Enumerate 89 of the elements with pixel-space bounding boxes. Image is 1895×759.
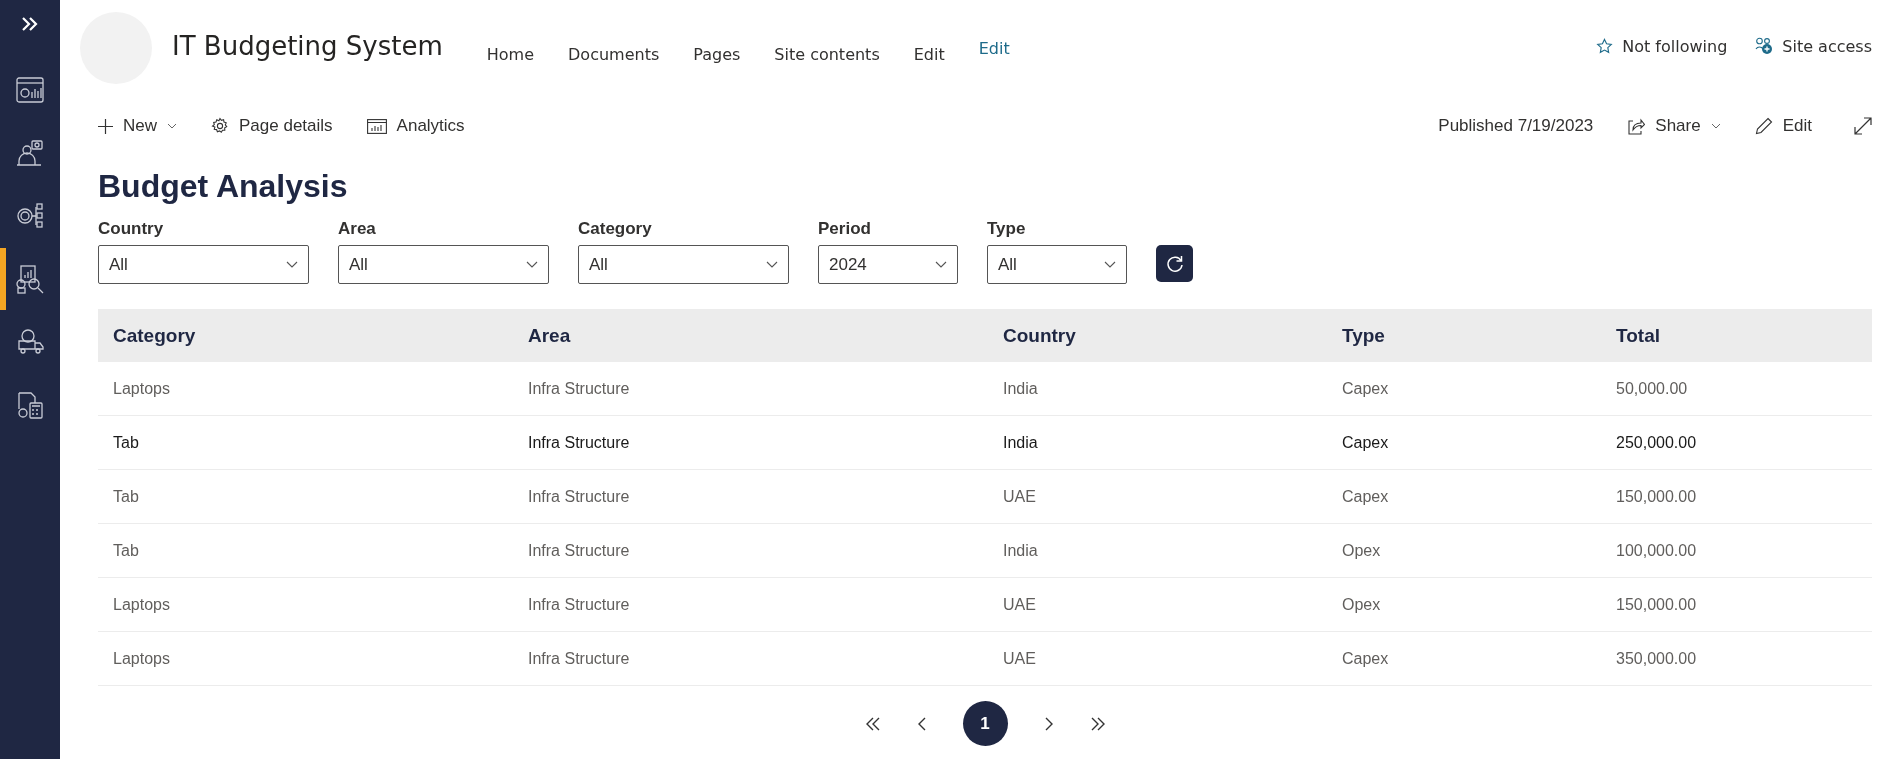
table-cell-text: Infra Structure [528, 649, 631, 668]
table-cell-text: Opex [1342, 595, 1382, 614]
table-cell-text: Tab [113, 541, 140, 560]
new-button[interactable]: New [98, 116, 177, 136]
chevron-down-icon [167, 123, 177, 129]
filter-label: Area [338, 219, 377, 239]
table-cell-text: Laptops [113, 595, 171, 614]
table-cell-text: UAE [1003, 649, 1037, 668]
table-cell-text: Capex [1342, 379, 1390, 398]
column-header: Country [1003, 324, 1077, 347]
calculator-document-icon [16, 391, 44, 419]
previous-page-icon[interactable] [916, 716, 927, 731]
table-cell-text: Infra Structure [528, 379, 631, 398]
filter-label: Type [987, 219, 1027, 239]
chevron-down-icon [286, 261, 298, 268]
page-details-button[interactable]: Page details [211, 116, 333, 136]
chevron-down-icon [766, 261, 778, 268]
plus-icon [98, 118, 113, 134]
star-icon [1596, 37, 1614, 55]
nav-link[interactable]: Pages [693, 44, 741, 64]
table-cell-text: UAE [1003, 487, 1037, 506]
table-cell-text: Infra Structure [528, 487, 631, 506]
analytics-button[interactable]: Analytics [366, 116, 465, 136]
pencil-icon [1754, 117, 1773, 135]
refresh-button[interactable] [1156, 245, 1193, 282]
table-cell-text: 50,000.00 [1616, 379, 1689, 398]
refresh-icon [1164, 253, 1185, 274]
table-cell-text: Laptops [113, 379, 171, 398]
site-title[interactable]: IT Budgeting System [172, 31, 443, 61]
table-cell-text: Tab [113, 433, 140, 452]
table-cell-text: India [1003, 541, 1039, 560]
table-cell-text: 350,000.00 [1616, 649, 1698, 668]
last-page-icon[interactable] [1089, 716, 1106, 731]
edit-button[interactable]: Edit [1754, 116, 1812, 136]
coin-hierarchy-icon [16, 202, 44, 230]
report-search-icon [16, 264, 44, 294]
column-header: Category [113, 324, 197, 347]
bar-chart-icon [366, 118, 387, 134]
chevron-down-icon [1104, 261, 1116, 268]
nav-link[interactable]: Home [486, 44, 534, 64]
first-page-icon[interactable] [864, 716, 881, 731]
table-cell-text: Infra Structure [528, 433, 631, 452]
table-cell-text: Infra Structure [528, 541, 631, 560]
table-cell-text: UAE [1003, 595, 1037, 614]
table-cell-text: Capex [1342, 487, 1390, 506]
filter-dropdown[interactable]: All [338, 245, 549, 284]
filter-dropdown[interactable]: All [987, 245, 1127, 284]
table-cell-text: 150,000.00 [1616, 595, 1698, 614]
site-access-button[interactable]: Site access [1755, 36, 1872, 56]
nav-link[interactable]: Site contents [774, 44, 880, 64]
page-title: Budget Analysis [98, 168, 349, 205]
share-icon [1627, 117, 1646, 135]
filter-dropdown[interactable]: 2024 [818, 245, 958, 284]
column-header: Type [1342, 324, 1386, 347]
table-cell-text: Capex [1342, 649, 1390, 668]
expand-icon[interactable] [1854, 117, 1872, 135]
table-cell-text: Tab [113, 487, 140, 506]
chevron-down-icon [935, 261, 947, 268]
filter-label: Country [98, 219, 165, 239]
nav-link[interactable]: Edit [913, 44, 945, 64]
nav-link[interactable]: Documents [568, 44, 660, 64]
follow-button[interactable]: Not following [1596, 36, 1728, 56]
people-add-icon [1755, 37, 1774, 55]
table-cell-text: India [1003, 433, 1039, 452]
page-number-button[interactable]: 1 [962, 701, 1008, 746]
table-cell-text: Opex [1342, 541, 1382, 560]
filter-label: Category [578, 219, 653, 239]
gear-icon [211, 117, 229, 135]
chevron-down-icon [526, 261, 538, 268]
table-cell-text: 100,000.00 [1616, 541, 1698, 560]
table-cell-text: Laptops [113, 649, 171, 668]
filter-dropdown[interactable]: All [98, 245, 309, 284]
column-header: Total [1616, 324, 1661, 347]
filter-label: Period [818, 219, 872, 239]
nav-link[interactable]: Edit [978, 38, 1010, 64]
table-cell-text: Capex [1342, 433, 1390, 452]
table-cell-text: India [1003, 379, 1039, 398]
table-cell-text: Infra Structure [528, 595, 631, 614]
published-date: Published 7/19/2023 [1438, 116, 1594, 136]
chevron-down-icon [1710, 123, 1721, 129]
chart-window-icon [16, 77, 44, 103]
column-header: Area [528, 324, 572, 347]
next-page-icon[interactable] [1043, 716, 1054, 731]
filter-dropdown[interactable]: All [578, 245, 789, 284]
share-button[interactable]: Share [1627, 116, 1721, 136]
person-laptop-icon [16, 139, 44, 167]
table-cell-text: 150,000.00 [1616, 487, 1698, 506]
delivery-truck-icon [15, 329, 45, 355]
table-cell-text: 250,000.00 [1616, 433, 1698, 452]
